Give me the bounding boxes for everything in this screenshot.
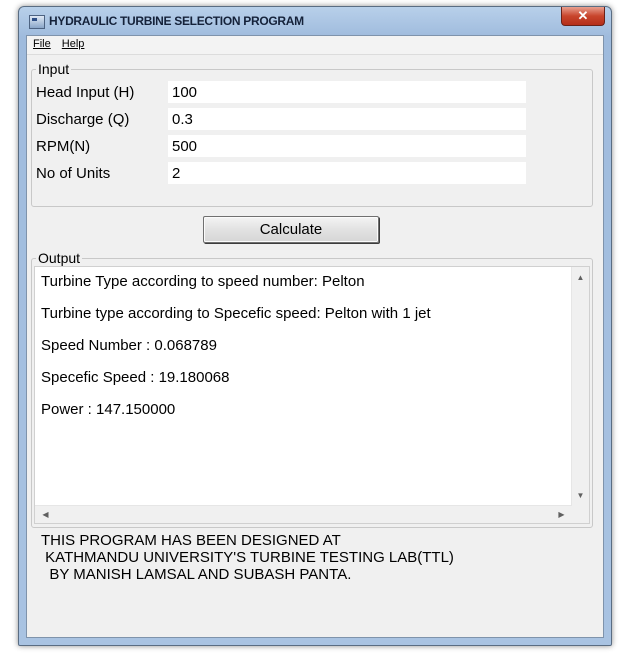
credits-line: THIS PROGRAM HAS BEEN DESIGNED AT — [41, 532, 341, 549]
app-window: HYDRAULIC TURBINE SELECTION PROGRAM ✕ Fi… — [18, 6, 612, 646]
rpm-label: RPM(N) — [36, 138, 91, 155]
units-field[interactable] — [168, 162, 526, 184]
credits-line: KATHMANDU UNIVERSITY'S TURBINE TESTING L… — [41, 549, 454, 566]
discharge-label: Discharge (Q) — [36, 111, 130, 128]
input-group: Input Head Input (H) Discharge (Q) RPM(N… — [31, 61, 593, 207]
output-textarea[interactable]: Turbine Type according to speed number: … — [34, 266, 590, 524]
output-line: Turbine type according to Specefic speed… — [41, 305, 431, 322]
head-input-field[interactable] — [168, 81, 526, 103]
calculate-button[interactable]: Calculate — [203, 216, 379, 243]
output-line: Turbine Type according to speed number: … — [41, 273, 365, 290]
scroll-corner — [572, 506, 589, 523]
app-icon — [29, 15, 45, 29]
output-line: Power : 147.150000 — [41, 401, 176, 418]
title-bar[interactable]: HYDRAULIC TURBINE SELECTION PROGRAM ✕ — [19, 7, 611, 35]
credits-line: BY MANISH LAMSAL AND SUBASH PANTA. — [41, 566, 352, 583]
menu-bar: File Help — [27, 36, 603, 55]
discharge-field[interactable] — [168, 108, 526, 130]
output-group-label: Output — [36, 250, 83, 266]
close-icon: ✕ — [577, 8, 589, 23]
scroll-right-icon[interactable]: ▶ — [553, 506, 570, 523]
horizontal-scrollbar[interactable]: ◀ ▶ — [35, 505, 572, 523]
scroll-down-icon[interactable]: ▼ — [572, 487, 589, 504]
window-title: HYDRAULIC TURBINE SELECTION PROGRAM — [49, 14, 304, 28]
client-area: File Help Input Head Input (H) Discharge… — [26, 35, 604, 638]
output-line: Specefic Speed : 19.180068 — [41, 369, 230, 386]
menu-help[interactable]: Help — [58, 36, 89, 52]
vertical-scrollbar[interactable]: ▲ ▼ — [571, 267, 589, 506]
close-button[interactable]: ✕ — [561, 7, 605, 26]
credits-text: THIS PROGRAM HAS BEEN DESIGNED AT KATHMA… — [41, 532, 454, 583]
head-input-label: Head Input (H) — [36, 84, 135, 101]
units-label: No of Units — [36, 165, 111, 182]
output-group: Output Turbine Type according to speed n… — [31, 250, 593, 528]
scroll-up-icon[interactable]: ▲ — [572, 269, 589, 286]
rpm-field[interactable] — [168, 135, 526, 157]
output-line: Speed Number : 0.068789 — [41, 337, 217, 354]
input-group-label: Input — [36, 61, 72, 77]
menu-file[interactable]: File — [29, 36, 55, 52]
output-lines: Turbine Type according to speed number: … — [41, 272, 567, 432]
scroll-left-icon[interactable]: ◀ — [37, 506, 54, 523]
